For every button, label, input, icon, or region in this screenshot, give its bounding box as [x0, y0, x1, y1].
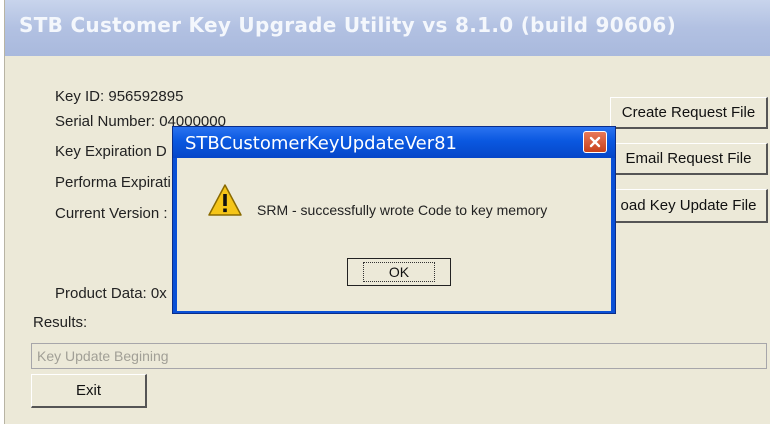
create-request-file-button[interactable]: Create Request File: [610, 97, 768, 129]
warning-icon: [208, 184, 242, 216]
close-icon: [589, 136, 601, 148]
exit-button[interactable]: Exit: [31, 374, 147, 408]
close-button[interactable]: [583, 131, 607, 153]
ok-button[interactable]: OK: [347, 258, 451, 286]
results-label: Results:: [33, 314, 88, 331]
message-dialog: STBCustomerKeyUpdateVer81 SRM - successf…: [172, 126, 616, 314]
current-version-label: Current Version :: [55, 205, 168, 222]
email-request-file-button[interactable]: Email Request File: [610, 143, 768, 175]
dialog-body: SRM - successfully wrote Code to key mem…: [177, 158, 611, 311]
ok-button-label: OK: [362, 262, 436, 282]
window-title: STB Customer Key Upgrade Utility vs 8.1.…: [19, 13, 677, 37]
dialog-titlebar[interactable]: STBCustomerKeyUpdateVer81: [173, 127, 615, 158]
product-data-label: Product Data: 0x: [55, 285, 167, 302]
load-key-update-file-button[interactable]: oad Key Update File: [610, 189, 768, 223]
main-titlebar[interactable]: STB Customer Key Upgrade Utility vs 8.1.…: [5, 0, 770, 56]
key-expiration-label: Key Expiration D: [55, 143, 167, 160]
results-field[interactable]: Key Update Begining: [31, 343, 767, 369]
performa-expiration-label: Performa Expirati: [55, 174, 171, 191]
dialog-title: STBCustomerKeyUpdateVer81: [185, 133, 458, 154]
dialog-message: SRM - successfully wrote Code to key mem…: [257, 202, 548, 218]
key-id-label: Key ID: 956592895: [55, 88, 184, 105]
